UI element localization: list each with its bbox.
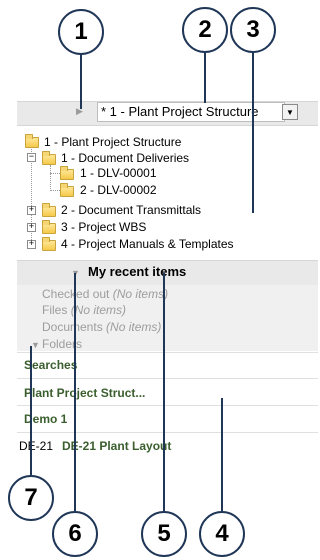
- recent-files[interactable]: Files (No items): [42, 303, 126, 317]
- callout-number: 4: [215, 520, 229, 547]
- recent-items-title[interactable]: My recent items: [88, 264, 186, 279]
- expand-icon[interactable]: +: [27, 240, 36, 249]
- callout-number: 2: [198, 16, 212, 43]
- callout-5-line: [163, 273, 165, 511]
- recent-checked-out[interactable]: Checked out (No items): [42, 287, 168, 301]
- callout-1: 1: [58, 9, 104, 55]
- tree-item-dlv-00001[interactable]: 1 - DLV-00001: [80, 166, 157, 180]
- de21-plant-layout-link[interactable]: DE-21 Plant Layout: [62, 439, 171, 453]
- callout-1-line: [80, 55, 82, 109]
- callout-6-line: [74, 273, 76, 511]
- recent-folders[interactable]: Folders: [42, 337, 82, 351]
- callout-4-line: [221, 398, 223, 511]
- tree-item-project-manuals[interactable]: 4 - Project Manuals & Templates: [61, 237, 234, 251]
- divider: [17, 352, 318, 353]
- no-items-label: (No items): [112, 287, 169, 301]
- callout-2-line: [204, 53, 206, 103]
- callout-5: 5: [141, 511, 187, 557]
- folder-icon: [42, 151, 56, 165]
- expand-icon[interactable]: +: [27, 206, 36, 215]
- no-items-label: (No items): [106, 320, 162, 334]
- divider: [17, 405, 318, 406]
- divider: [17, 432, 318, 433]
- callout-number: 7: [24, 484, 38, 511]
- tree-line: [50, 165, 51, 191]
- expand-icon[interactable]: +: [27, 223, 36, 232]
- callout-3-line: [252, 53, 254, 213]
- callout-6: 6: [52, 511, 98, 557]
- tree-item-document-transmittals[interactable]: 2 - Document Transmittals: [61, 203, 201, 217]
- searches-link[interactable]: Searches: [24, 358, 77, 372]
- folder-icon: [42, 220, 56, 234]
- divider: [17, 378, 318, 379]
- tree-item-dlv-00002[interactable]: 2 - DLV-00002: [80, 183, 157, 197]
- recent-documents[interactable]: Documents (No items): [42, 320, 161, 334]
- folder-icon: [42, 203, 56, 217]
- plant-project-link[interactable]: Plant Project Struct...: [24, 386, 145, 400]
- callout-7: 7: [8, 475, 54, 521]
- folder-icon: [25, 134, 39, 148]
- callout-number: 6: [68, 520, 82, 547]
- recent-label: Files: [42, 303, 68, 317]
- folder-icon: [60, 166, 74, 180]
- expand-arrow-icon[interactable]: ▼: [31, 340, 40, 350]
- callout-number: 1: [74, 18, 88, 45]
- recent-label: Documents: [42, 320, 103, 334]
- tree-item-document-deliveries[interactable]: 1 - Document Deliveries: [61, 151, 189, 165]
- tree-item-project-wbs[interactable]: 3 - Project WBS: [61, 220, 146, 234]
- project-select[interactable]: * 1 - Plant Project Structure: [97, 102, 285, 122]
- collapse-icon[interactable]: −: [27, 153, 36, 162]
- callout-4: 4: [199, 511, 245, 557]
- folder-icon: [42, 237, 56, 251]
- folder-icon: [60, 183, 74, 197]
- de21-prefix: DE-21: [19, 439, 54, 453]
- callout-2: 2: [182, 7, 228, 53]
- callout-number: 3: [246, 16, 260, 43]
- callout-7-line: [30, 346, 32, 475]
- recent-label: Folders: [42, 337, 83, 351]
- tree-item-root[interactable]: 1 - Plant Project Structure: [44, 135, 181, 149]
- callout-3: 3: [230, 7, 276, 53]
- dropdown-arrow-icon[interactable]: ▼: [282, 104, 298, 120]
- tree-line: [50, 190, 60, 191]
- callout-number: 5: [157, 520, 171, 547]
- no-items-label: (No items): [70, 303, 127, 317]
- tree-line: [50, 173, 60, 174]
